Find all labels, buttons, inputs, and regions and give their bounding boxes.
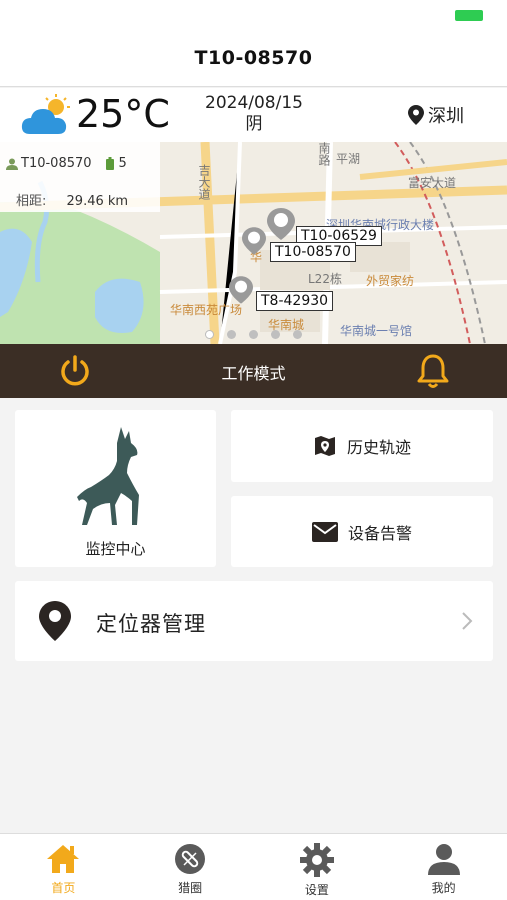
device-row: T10-08570 5 [6, 156, 127, 171]
page-dot[interactable] [271, 330, 280, 339]
user-icon [427, 844, 460, 875]
work-mode-bar: 工作模式 [0, 344, 507, 398]
status-bar [0, 0, 507, 30]
tab-circle[interactable]: 猎圈 [127, 834, 254, 900]
tab-profile-label: 我的 [431, 881, 456, 895]
map-road-label: 吉大道 [197, 164, 211, 200]
history-track-label: 历史轨迹 [346, 438, 411, 457]
marker-label[interactable]: T10-08570 [270, 242, 356, 262]
page-dot[interactable] [249, 330, 258, 339]
device-name: T10-08570 [21, 156, 92, 171]
page-dot[interactable] [293, 330, 302, 339]
map-poi: L22栋 [308, 272, 342, 286]
city-name: 深圳 [428, 106, 464, 127]
nav-bar: T10-08570 [0, 30, 507, 87]
distance-value: 29.46 km [66, 194, 129, 209]
map-pin-icon[interactable] [267, 208, 295, 240]
monitor-center-label: 监控中心 [85, 540, 146, 558]
locator-management-card[interactable]: 定位器管理 [15, 581, 493, 661]
device-alarm-card[interactable]: 设备告警 [231, 496, 493, 567]
map-track-icon [314, 436, 335, 456]
tab-settings-label: 设置 [304, 883, 329, 897]
temperature: 25°C [76, 92, 170, 136]
chevron-right-icon [462, 612, 473, 630]
page-indicator [0, 330, 507, 339]
date-text: 2024/08/15 [205, 93, 303, 113]
page-dot[interactable] [205, 330, 214, 339]
history-track-content: 历史轨迹 [231, 410, 493, 482]
battery-level-icon [105, 157, 114, 170]
tab-home[interactable]: 首页 [0, 834, 127, 900]
page-dot[interactable] [227, 330, 236, 339]
monitor-center-card[interactable]: 监控中心 [15, 410, 216, 567]
tab-settings[interactable]: 设置 [254, 834, 381, 900]
circle-icon [175, 844, 206, 874]
partly-cloudy-icon [21, 94, 70, 134]
mail-icon [311, 521, 338, 542]
battery-level: 5 [118, 156, 127, 171]
location-icon [408, 105, 424, 125]
distance-label: 相距: [16, 194, 47, 209]
tab-bar: 首页 猎圈 设置 我的 [0, 833, 507, 900]
dog-icon [77, 427, 139, 525]
locator-management-label: 定位器管理 [96, 612, 206, 636]
tab-profile[interactable]: 我的 [380, 834, 507, 900]
gear-icon [299, 843, 334, 877]
weather-bar: 25°C 2024/08/15 阴 深圳 [0, 88, 507, 142]
page-title: T10-08570 [194, 47, 313, 69]
tab-home-label: 首页 [51, 881, 76, 895]
tab-circle-label: 猎圈 [178, 881, 203, 895]
battery-icon [455, 10, 483, 21]
map-view[interactable]: T10-08570 5 相距: 29.46 km 平湖 富安大道 吉大道 南路 … [0, 142, 507, 344]
distance-row: 相距: 29.46 km [16, 190, 128, 209]
device-alarm-label: 设备告警 [347, 523, 412, 543]
city-selector[interactable]: 深圳 [408, 102, 464, 128]
device-info-panel: T10-08570 5 相距: 29.46 km [0, 142, 160, 212]
map-pin-icon[interactable] [229, 275, 253, 305]
person-icon [6, 158, 18, 170]
weather-date: 2024/08/15 阴 [195, 93, 313, 135]
map-poi: 外贸家纺 [366, 274, 415, 288]
map-road-label: 平湖 [336, 152, 361, 166]
device-alarm-content: 设备告警 [231, 496, 493, 567]
map-road-label: 南路 [317, 142, 331, 166]
bell-icon[interactable] [414, 352, 452, 390]
marker-label[interactable]: T8-42930 [256, 291, 334, 311]
weather-condition: 阴 [245, 114, 263, 134]
map-road-label: 富安大道 [408, 176, 457, 190]
location-pin-icon [39, 601, 71, 641]
history-track-card[interactable]: 历史轨迹 [231, 410, 493, 482]
home-icon [47, 845, 80, 873]
map-pin-icon[interactable] [242, 226, 266, 256]
